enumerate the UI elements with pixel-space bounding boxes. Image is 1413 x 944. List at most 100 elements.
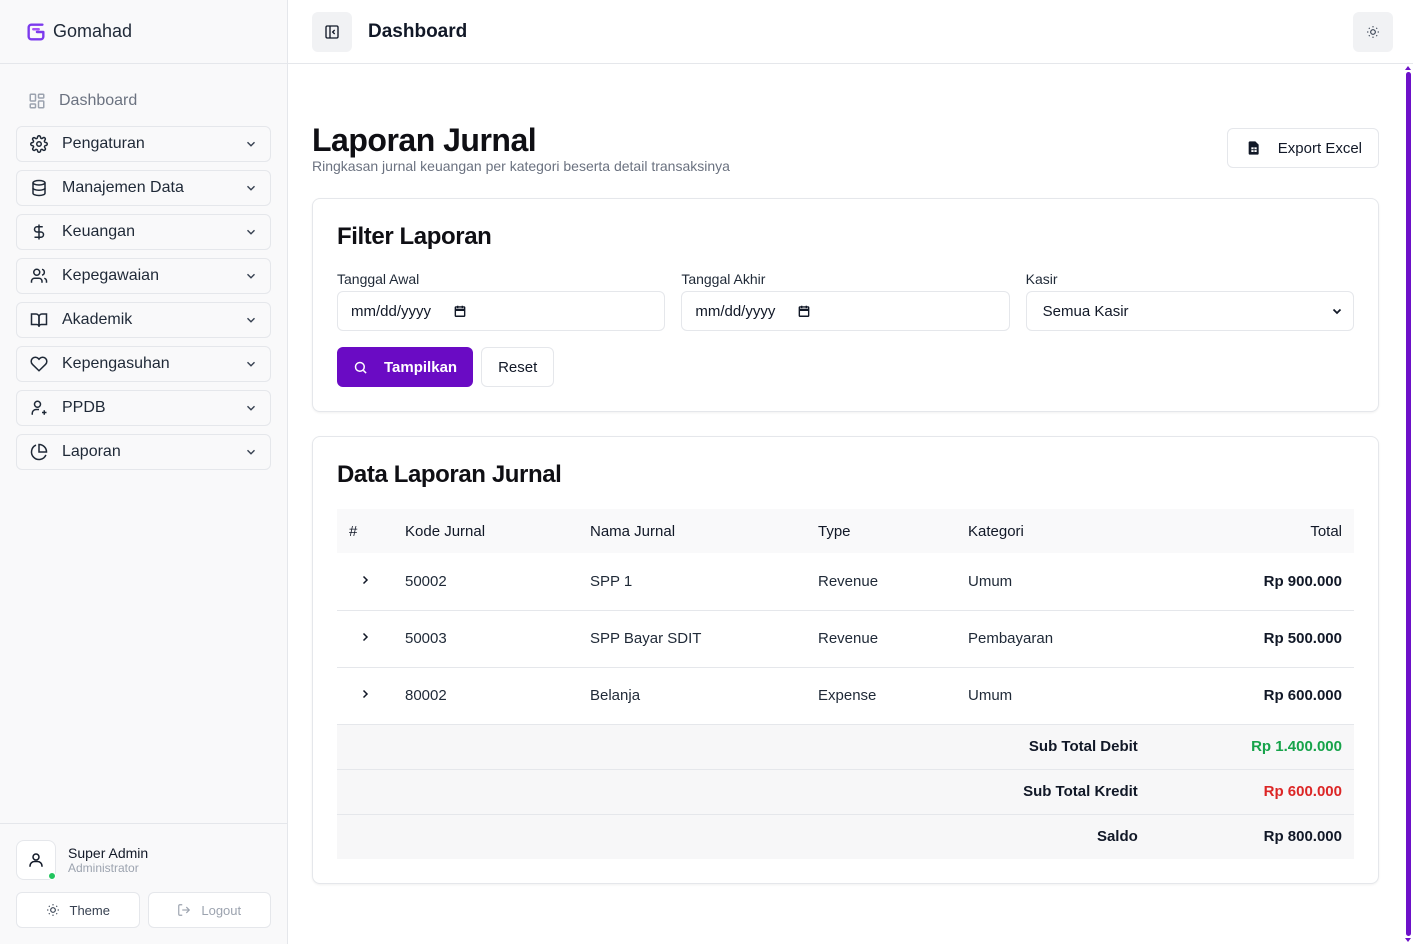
theme-toggle-button[interactable]: [1353, 11, 1393, 52]
col-header-name: Nama Jurnal: [590, 522, 676, 540]
sidebar-item-manajemen-data[interactable]: Manajemen Data: [16, 170, 271, 206]
topbar-title: Dashboard: [368, 20, 468, 42]
show-button[interactable]: Tampilkan: [337, 347, 474, 387]
user-plus-icon: [31, 400, 47, 415]
panel-left-icon: [325, 24, 339, 39]
sidebar-item-dashboard[interactable]: Dashboard: [16, 84, 271, 118]
vertical-scrollbar[interactable]: [1403, 64, 1413, 944]
sidebar-item-pengaturan[interactable]: Pengaturan: [16, 126, 271, 162]
export-excel-label: Export Excel: [1277, 139, 1362, 157]
sidebar: Gomahad Dashboard Pengaturan Manajemen D…: [0, 0, 288, 944]
report-title: Data Laporan Jurnal: [337, 461, 562, 488]
sidebar-item-kepengasuhan[interactable]: Kepengasuhan: [16, 346, 271, 382]
heart-icon: [30, 356, 48, 372]
brand-logo-icon: [27, 22, 45, 41]
users-icon: [30, 268, 48, 283]
subtotal-credit-row: Sub Total Kredit Rp 600.000: [337, 769, 1354, 814]
chevron-down-icon: [247, 229, 255, 235]
sidebar-item-label: Kepegawaian: [62, 267, 159, 284]
user-info[interactable]: Super Admin Administrator: [16, 840, 271, 880]
cell-type: Revenue: [818, 572, 879, 590]
pie-chart-icon: [30, 443, 48, 461]
subtotal-debit-row: Sub Total Debit Rp 1.400.000: [337, 724, 1354, 769]
file-spreadsheet-icon: [1248, 141, 1259, 155]
report-card: Data Laporan Jurnal # Kode Jurnal Nama J…: [312, 436, 1379, 884]
sidebar-nav: Dashboard Pengaturan Manajemen Data Keua…: [0, 64, 287, 823]
table-row[interactable]: 50003 SPP Bayar SDIT Revenue Pembayaran …: [337, 610, 1354, 667]
sidebar-item-label: Dashboard: [59, 92, 138, 109]
report-table: # Kode Jurnal Nama Jurnal Type Kategori …: [337, 509, 1354, 859]
end-date-input[interactable]: mm/dd/yyyy: [681, 291, 1010, 331]
calendar-icon[interactable]: [797, 304, 811, 318]
sidebar-item-label: Kepengasuhan: [62, 355, 170, 372]
user-icon: [29, 853, 43, 867]
sidebar-item-label: Pengaturan: [62, 135, 145, 152]
balance-value: Rp 800.000: [1263, 828, 1342, 846]
balance-row: Saldo Rp 800.000: [337, 814, 1354, 859]
brand-name: Gomahad: [53, 21, 133, 41]
table-row[interactable]: 50002 SPP 1 Revenue Umum Rp 900.000: [337, 553, 1354, 610]
cell-code: 80002: [405, 687, 447, 704]
col-header-category: Kategori: [968, 522, 1024, 540]
user-name: Super Admin: [68, 845, 149, 861]
chevron-down-icon: [247, 273, 255, 279]
theme-button[interactable]: Theme: [16, 892, 140, 928]
sidebar-item-ppdb[interactable]: PPDB: [16, 390, 271, 426]
cashier-select[interactable]: Semua Kasir: [1025, 291, 1354, 331]
logout-button[interactable]: Logout: [147, 892, 271, 928]
cell-name: SPP Bayar SDIT: [590, 630, 702, 647]
cell-category: Pembayaran: [968, 630, 1054, 647]
sidebar-item-laporan[interactable]: Laporan: [16, 434, 271, 470]
end-date-label: Tanggal Akhir: [681, 271, 766, 287]
subtotal-debit-label: Sub Total Debit: [1028, 738, 1138, 755]
sidebar-item-label: Keuangan: [62, 223, 135, 240]
sidebar-item-keuangan[interactable]: Keuangan: [16, 214, 271, 250]
scroll-up-arrow[interactable]: [1405, 66, 1411, 70]
cell-name: Belanja: [590, 687, 641, 704]
online-status-dot: [48, 872, 56, 880]
table-header-row: # Kode Jurnal Nama Jurnal Type Kategori …: [337, 509, 1354, 553]
sidebar-item-label: Laporan: [62, 443, 121, 460]
subtotal-credit-value: Rp 600.000: [1263, 783, 1342, 800]
sun-icon: [46, 904, 59, 916]
col-header-index: #: [349, 522, 358, 540]
page-content: Laporan Jurnal Ringkasan jurnal keuangan…: [288, 64, 1413, 908]
cashier-select-value: Semua Kasir: [1042, 302, 1129, 320]
start-date-input[interactable]: mm/dd/yyyy: [337, 291, 666, 331]
topbar: Dashboard: [288, 0, 1413, 64]
filter-card: Filter Laporan Tanggal Awal mm/dd/yyyy T…: [312, 198, 1379, 412]
subtotal-debit-value: Rp 1.400.000: [1251, 738, 1342, 755]
chevron-right-icon[interactable]: [359, 631, 371, 643]
scroll-down-arrow[interactable]: [1405, 938, 1411, 942]
scrollbar-thumb[interactable]: [1406, 72, 1411, 936]
cell-total: Rp 500.000: [1263, 630, 1342, 647]
reset-button[interactable]: Reset: [481, 347, 555, 387]
export-excel-button[interactable]: Export Excel: [1226, 128, 1379, 168]
logout-button-label: Logout: [201, 902, 242, 918]
chevron-right-icon[interactable]: [359, 688, 371, 700]
calendar-icon[interactable]: [453, 304, 467, 318]
sidebar-item-akademik[interactable]: Akademik: [16, 302, 271, 338]
cell-category: Umum: [968, 687, 1013, 704]
chevron-down-icon: [1332, 308, 1342, 315]
end-date-value: mm/dd/yyyy: [695, 302, 776, 320]
table-row[interactable]: 80002 Belanja Expense Umum Rp 600.000: [337, 667, 1354, 724]
database-icon: [32, 179, 46, 197]
start-date-label: Tanggal Awal: [337, 271, 420, 287]
chevron-down-icon: [247, 449, 255, 455]
chevron-right-icon[interactable]: [359, 574, 371, 586]
brand[interactable]: Gomahad: [0, 0, 287, 64]
subtotal-credit-label: Sub Total Kredit: [1023, 783, 1138, 800]
grid-icon: [29, 93, 45, 109]
page-title: Laporan Jurnal: [312, 122, 537, 158]
user-panel: Super Admin Administrator Theme Logout: [0, 823, 287, 944]
chevron-down-icon: [247, 317, 255, 323]
cell-code: 50002: [405, 572, 447, 590]
show-button-label: Tampilkan: [384, 358, 458, 376]
theme-button-label: Theme: [69, 902, 110, 918]
user-role: Administrator: [68, 861, 139, 875]
sidebar-toggle-button[interactable]: [312, 11, 352, 52]
start-date-value: mm/dd/yyyy: [351, 302, 432, 320]
chevron-down-icon: [247, 361, 255, 367]
sidebar-item-kepegawaian[interactable]: Kepegawaian: [16, 258, 271, 294]
